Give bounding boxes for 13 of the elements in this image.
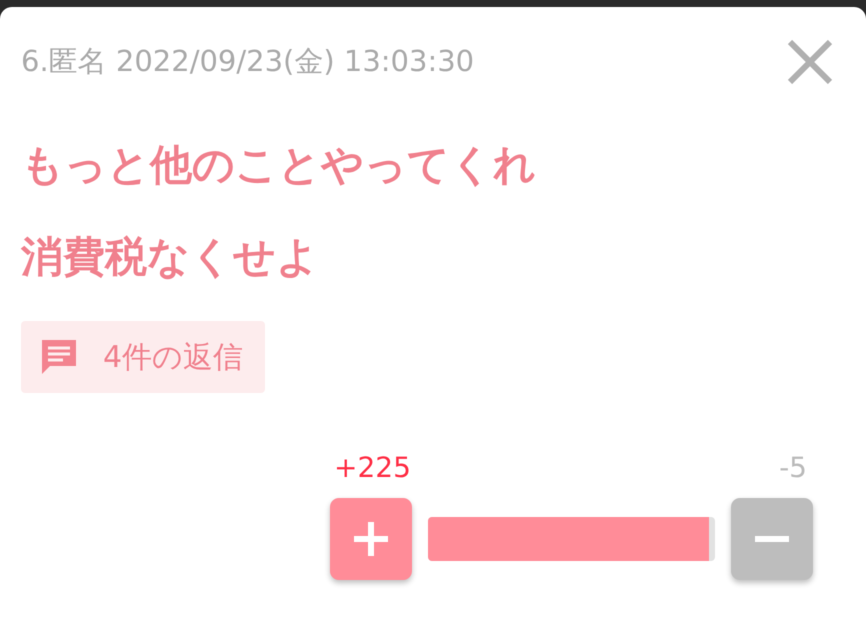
- comment-text: 消費税なくせよ: [21, 231, 320, 283]
- upvote-count: +225: [334, 451, 411, 484]
- replies-button[interactable]: 4件の返信: [21, 321, 266, 393]
- downvote-button[interactable]: [731, 498, 813, 580]
- comment-text: もっと他のことやってくれ: [21, 139, 537, 191]
- comment-header: 6.匿名 2022/09/23(金) 13:03:30: [21, 43, 474, 80]
- minus-icon: [755, 536, 789, 542]
- plus-icon: [354, 522, 388, 556]
- close-button[interactable]: [787, 39, 833, 85]
- chat-icon: [39, 337, 79, 377]
- close-icon: [787, 39, 833, 85]
- upvote-button[interactable]: [330, 498, 412, 580]
- downvote-count: -5: [779, 451, 807, 484]
